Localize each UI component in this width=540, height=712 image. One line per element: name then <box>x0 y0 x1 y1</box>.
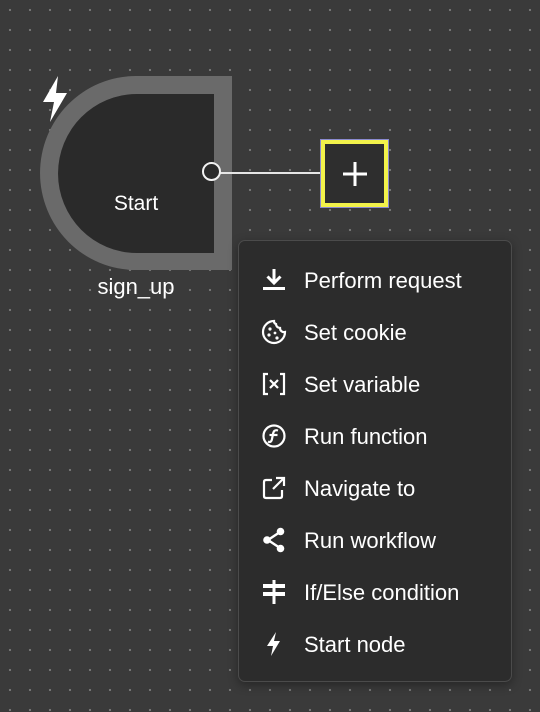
menu-item-navigate-to[interactable]: Navigate to <box>239 462 511 514</box>
function-icon <box>262 424 286 448</box>
start-node-label: Start <box>113 192 159 215</box>
variable-icon <box>262 372 286 396</box>
plus-icon <box>342 161 367 186</box>
add-node-button[interactable] <box>320 139 389 208</box>
menu-item-label: Run function <box>304 424 428 449</box>
lightning-bolt-icon <box>43 76 67 122</box>
menu-item-start-node[interactable]: Start node <box>239 618 511 670</box>
menu-item-set-variable[interactable]: Set variable <box>239 358 511 410</box>
menu-item-label: Perform request <box>304 268 462 293</box>
workflow-canvas[interactable]: Start sign_up Perform request Set cookie… <box>0 0 540 712</box>
lightning-bolt-icon <box>267 632 280 656</box>
menu-item-label: Set variable <box>304 372 421 397</box>
cookie-icon <box>261 319 287 345</box>
menu-item-label: Set cookie <box>304 320 407 345</box>
add-node-menu: Perform request Set cookie Set variable <box>238 240 512 682</box>
menu-item-run-function[interactable]: Run function <box>239 410 511 462</box>
download-icon <box>263 269 285 290</box>
menu-item-label: Navigate to <box>304 476 416 501</box>
share-icon <box>263 527 285 553</box>
node-caption: sign_up <box>97 274 175 299</box>
menu-item-run-workflow[interactable]: Run workflow <box>239 514 511 566</box>
output-handle[interactable] <box>202 162 221 181</box>
menu-item-perform-request[interactable]: Perform request <box>239 254 511 306</box>
menu-item-label: Start node <box>304 632 406 657</box>
connector-line <box>212 172 324 174</box>
signpost-icon <box>263 580 285 604</box>
menu-item-label: If/Else condition <box>304 580 460 605</box>
external-link-icon <box>262 476 286 500</box>
menu-item-if-else-condition[interactable]: If/Else condition <box>239 566 511 618</box>
menu-item-set-cookie[interactable]: Set cookie <box>239 306 511 358</box>
menu-item-label: Run workflow <box>304 528 437 553</box>
